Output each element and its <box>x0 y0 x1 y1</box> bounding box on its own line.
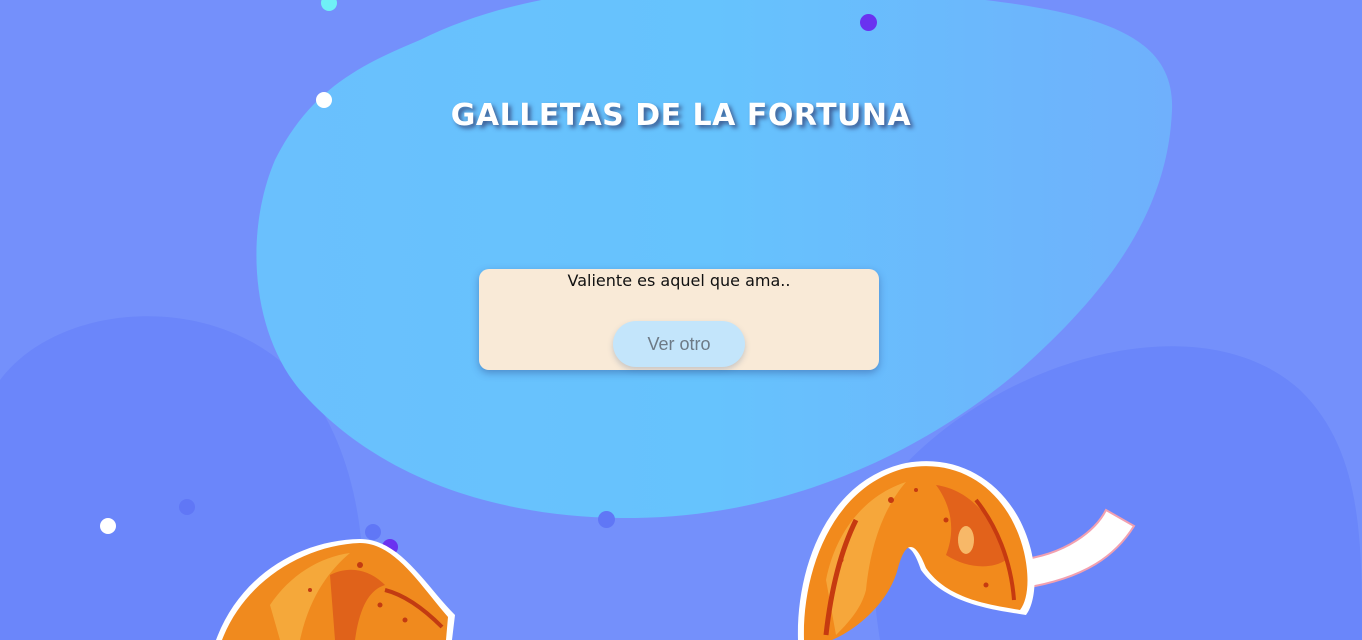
fortune-cookie-icon <box>797 461 1136 640</box>
bubble-dot <box>100 518 116 534</box>
fortune-cookie-icon <box>216 539 455 640</box>
bubble-dot <box>179 499 195 515</box>
fortune-text: Valiente es aquel que ama.. <box>567 271 791 290</box>
bubble-dot <box>598 511 615 528</box>
bubble-dot <box>860 14 877 31</box>
page-title: GALLETAS DE LA FORTUNA <box>450 98 912 133</box>
see-another-button[interactable]: Ver otro <box>613 321 745 367</box>
fortune-card: Valiente es aquel que ama.. Ver otro <box>479 269 879 370</box>
